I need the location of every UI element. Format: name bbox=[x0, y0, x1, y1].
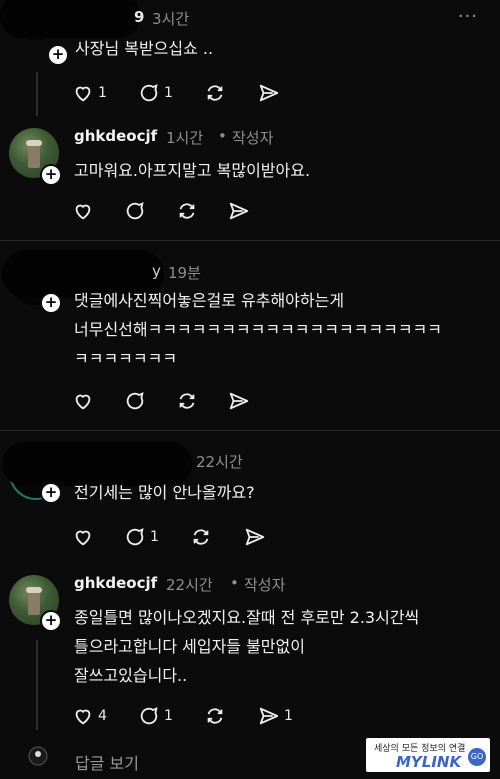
send-icon bbox=[229, 202, 249, 220]
username[interactable]: ghkdeocjf bbox=[74, 127, 157, 145]
comment-bubble-icon bbox=[140, 84, 158, 102]
separator-dot: • bbox=[218, 127, 227, 145]
ad-go-badge: GO bbox=[468, 748, 486, 766]
comment-text: 댓글에사진찍어놓은걸로 유추해야하는게 bbox=[74, 291, 345, 310]
follow-plus-icon[interactable]: + bbox=[40, 292, 62, 314]
comment-bubble-icon bbox=[126, 528, 144, 546]
heart-icon bbox=[75, 86, 91, 102]
repost-icon bbox=[193, 529, 209, 545]
like-button[interactable] bbox=[72, 526, 94, 548]
like-count: 1 bbox=[98, 85, 107, 101]
comment-text: 고마워요.아프지말고 복많이받아요. bbox=[74, 161, 311, 180]
share-count: 1 bbox=[284, 708, 293, 724]
share-button[interactable]: 1 bbox=[258, 705, 293, 727]
send-icon bbox=[259, 84, 279, 102]
time-fragment: 9 bbox=[134, 8, 145, 26]
divider bbox=[0, 240, 500, 241]
redaction-scribble bbox=[0, 0, 140, 38]
heart-icon bbox=[75, 709, 91, 725]
reply-button[interactable]: 1 bbox=[138, 82, 173, 104]
send-icon bbox=[259, 707, 279, 725]
divider bbox=[0, 430, 500, 431]
comment-text: ㅋㅋㅋㅋㅋㅋㅋ bbox=[74, 349, 178, 368]
follow-plus-icon[interactable]: + bbox=[40, 482, 62, 504]
timestamp: 1시간 bbox=[166, 129, 204, 147]
send-icon bbox=[245, 528, 265, 546]
follow-plus-icon[interactable]: + bbox=[40, 164, 62, 186]
reply-count: 1 bbox=[150, 529, 159, 545]
like-button[interactable]: 4 bbox=[72, 705, 107, 727]
reply-button[interactable]: 1 bbox=[124, 526, 159, 548]
repost-button[interactable] bbox=[176, 200, 198, 222]
timestamp: 19분 bbox=[168, 264, 201, 282]
comment-text: 사장님 복받으십쇼 .. bbox=[75, 39, 214, 58]
timestamp: 22시간 bbox=[196, 453, 243, 471]
repost-icon bbox=[207, 708, 223, 724]
view-replies-link[interactable]: 답글 보기 bbox=[75, 750, 139, 774]
repost-button[interactable] bbox=[204, 705, 226, 727]
comment-text: 전기세는 많이 안나올까요? bbox=[74, 483, 255, 502]
watermark-ad: 세상의 모든 정보의 연결 MYLINK GO bbox=[366, 738, 490, 772]
reply-count: 1 bbox=[164, 708, 173, 724]
repost-button[interactable] bbox=[204, 82, 226, 104]
author-badge: 작성자 bbox=[244, 576, 286, 594]
comment-text: 틀으라고합니다 세입자들 불만없이 bbox=[74, 637, 305, 656]
ad-brand: MYLINK bbox=[396, 753, 462, 771]
follow-plus-icon[interactable]: + bbox=[47, 44, 69, 66]
share-button[interactable] bbox=[244, 526, 266, 548]
send-icon bbox=[229, 392, 249, 410]
comment-bubble-icon bbox=[126, 202, 144, 220]
timestamp: 22시간 bbox=[166, 576, 213, 594]
username[interactable]: ghkdeocjf bbox=[74, 574, 157, 592]
author-badge: 작성자 bbox=[232, 129, 274, 147]
like-button[interactable] bbox=[72, 200, 94, 222]
thread-line bbox=[36, 72, 38, 116]
comment-bubble-icon bbox=[140, 707, 158, 725]
repost-button[interactable] bbox=[190, 526, 212, 548]
more-options-icon[interactable]: ··· bbox=[458, 6, 478, 27]
comment-text: 종일틀면 많이나오겠지요.잘때 전 후로만 2.3시간씩 bbox=[74, 608, 420, 627]
like-count: 4 bbox=[98, 708, 107, 724]
share-button[interactable] bbox=[228, 200, 250, 222]
heart-icon bbox=[75, 204, 91, 220]
reply-button[interactable] bbox=[124, 200, 146, 222]
view-replies-avatar-icon[interactable] bbox=[28, 746, 48, 766]
thread-line bbox=[36, 640, 38, 730]
reply-button[interactable]: 1 bbox=[138, 705, 173, 727]
separator-dot: • bbox=[230, 574, 239, 592]
time-fragment: y bbox=[152, 262, 161, 280]
repost-icon bbox=[179, 203, 195, 219]
reply-count: 1 bbox=[164, 85, 173, 101]
comment-text: 너무신선해ㅋㅋㅋㅋㅋㅋㅋㅋㅋㅋㅋㅋㅋㅋㅋㅋㅋㅋㅋㅋ bbox=[74, 320, 443, 339]
heart-icon bbox=[75, 394, 91, 410]
repost-button[interactable] bbox=[176, 390, 198, 412]
share-button[interactable] bbox=[258, 82, 280, 104]
heart-icon bbox=[75, 530, 91, 546]
timestamp: 3시간 bbox=[152, 10, 190, 28]
like-button[interactable] bbox=[72, 390, 94, 412]
share-button[interactable] bbox=[228, 390, 250, 412]
comment-bubble-icon bbox=[126, 392, 144, 410]
comment-text: 잘쓰고있습니다.. bbox=[74, 666, 188, 685]
follow-plus-icon[interactable]: + bbox=[40, 610, 62, 632]
like-button[interactable]: 1 bbox=[72, 82, 107, 104]
repost-icon bbox=[179, 393, 195, 409]
repost-icon bbox=[207, 85, 223, 101]
reply-button[interactable] bbox=[124, 390, 146, 412]
